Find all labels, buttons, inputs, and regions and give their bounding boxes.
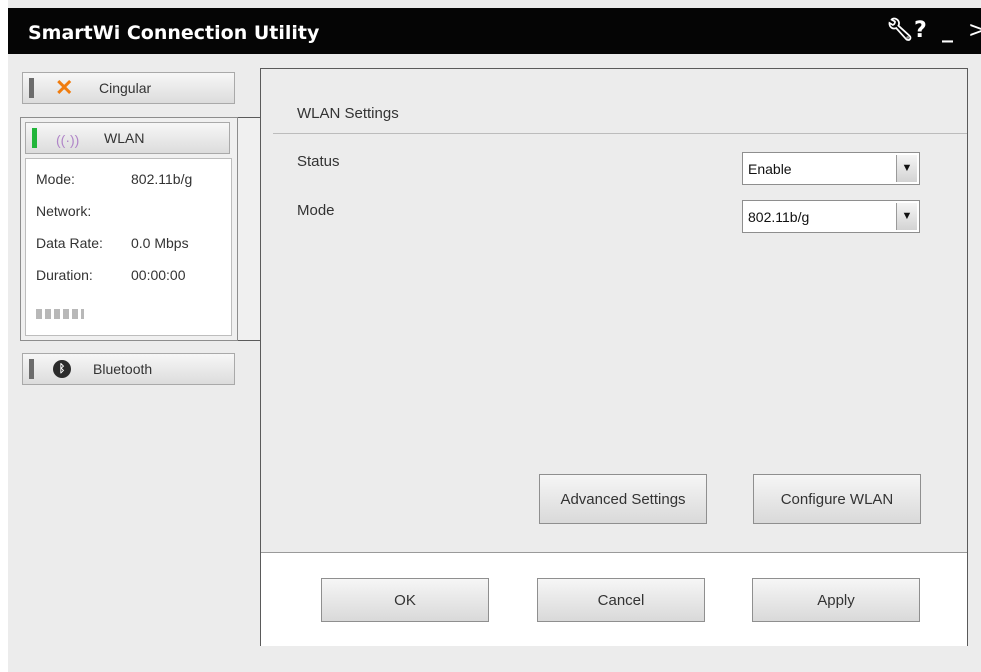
cancel-button[interactable]: Cancel bbox=[537, 578, 705, 622]
info-value: 802.11b/g bbox=[131, 171, 193, 187]
sidebar-item-bluetooth[interactable]: ᛒ Bluetooth bbox=[22, 353, 235, 385]
status-bar bbox=[29, 78, 34, 98]
status-select[interactable]: Enable ▼ bbox=[742, 152, 920, 185]
info-label: Network: bbox=[36, 203, 92, 219]
info-value: 0.0 Mbps bbox=[131, 235, 189, 251]
bluetooth-icon: ᛒ bbox=[53, 360, 71, 378]
info-row-duration: Duration: 00:00:00 bbox=[36, 267, 186, 283]
signal-strength-icon bbox=[36, 309, 84, 319]
close-icon[interactable]: > bbox=[968, 19, 981, 43]
info-row-network: Network: bbox=[36, 203, 131, 219]
mode-label: Mode bbox=[297, 202, 335, 219]
window-title: SmartWi Connection Utility bbox=[28, 22, 320, 44]
sidebar-item-wlan[interactable]: ((·)) WLAN bbox=[25, 122, 230, 154]
app-window: SmartWi Connection Utility 🔧︎ ? _ > ✕ Ci… bbox=[8, 0, 981, 672]
info-label: Data Rate: bbox=[36, 235, 103, 251]
apply-button[interactable]: Apply bbox=[752, 578, 920, 622]
wlan-info-box: Mode: 802.11b/g Network: Data Rate: 0.0 Mb… bbox=[25, 158, 232, 336]
select-value: 802.11b/g bbox=[748, 209, 810, 225]
minimize-icon[interactable]: _ bbox=[942, 19, 953, 43]
info-value: 00:00:00 bbox=[131, 267, 186, 283]
sidebar-item-label: WLAN bbox=[104, 130, 145, 146]
wlan-settings-panel: WLAN Settings Status Enable ▼ Mode 802.1… bbox=[260, 68, 968, 646]
status-bar bbox=[29, 359, 34, 379]
wifi-signal-icon: ((·)) bbox=[56, 132, 80, 148]
divider bbox=[273, 133, 967, 134]
info-row-mode: Mode: 802.11b/g bbox=[36, 171, 192, 187]
sidebar-wlan-panel: ((·)) WLAN Mode: 802.11b/g Network: Data … bbox=[20, 117, 238, 341]
info-label: Duration: bbox=[36, 267, 93, 283]
status-bar bbox=[32, 128, 37, 148]
wrench-icon[interactable]: 🔧︎ bbox=[886, 19, 914, 43]
status-label: Status bbox=[297, 153, 340, 170]
chevron-down-icon[interactable]: ▼ bbox=[896, 203, 917, 230]
help-icon[interactable]: ? bbox=[914, 19, 927, 43]
panel-title: WLAN Settings bbox=[297, 105, 399, 122]
info-label: Mode: bbox=[36, 171, 75, 187]
info-row-data-rate: Data Rate: 0.0 Mbps bbox=[36, 235, 189, 251]
configure-wlan-button[interactable]: Configure WLAN bbox=[753, 474, 921, 524]
tab-connector bbox=[237, 117, 261, 341]
button-footer: OK Cancel Apply bbox=[261, 552, 967, 646]
select-value: Enable bbox=[748, 161, 792, 177]
mode-select[interactable]: 802.11b/g ▼ bbox=[742, 200, 920, 233]
ok-button[interactable]: OK bbox=[321, 578, 489, 622]
cingular-logo-icon: ✕ bbox=[55, 75, 74, 100]
sidebar-item-label: Cingular bbox=[99, 80, 152, 96]
sidebar-item-cingular[interactable]: ✕ Cingular bbox=[22, 72, 235, 104]
advanced-settings-button[interactable]: Advanced Settings bbox=[539, 474, 707, 524]
chevron-down-icon[interactable]: ▼ bbox=[896, 155, 917, 182]
title-bar: SmartWi Connection Utility 🔧︎ ? _ > bbox=[8, 8, 981, 54]
sidebar-item-label: Bluetooth bbox=[93, 361, 153, 377]
